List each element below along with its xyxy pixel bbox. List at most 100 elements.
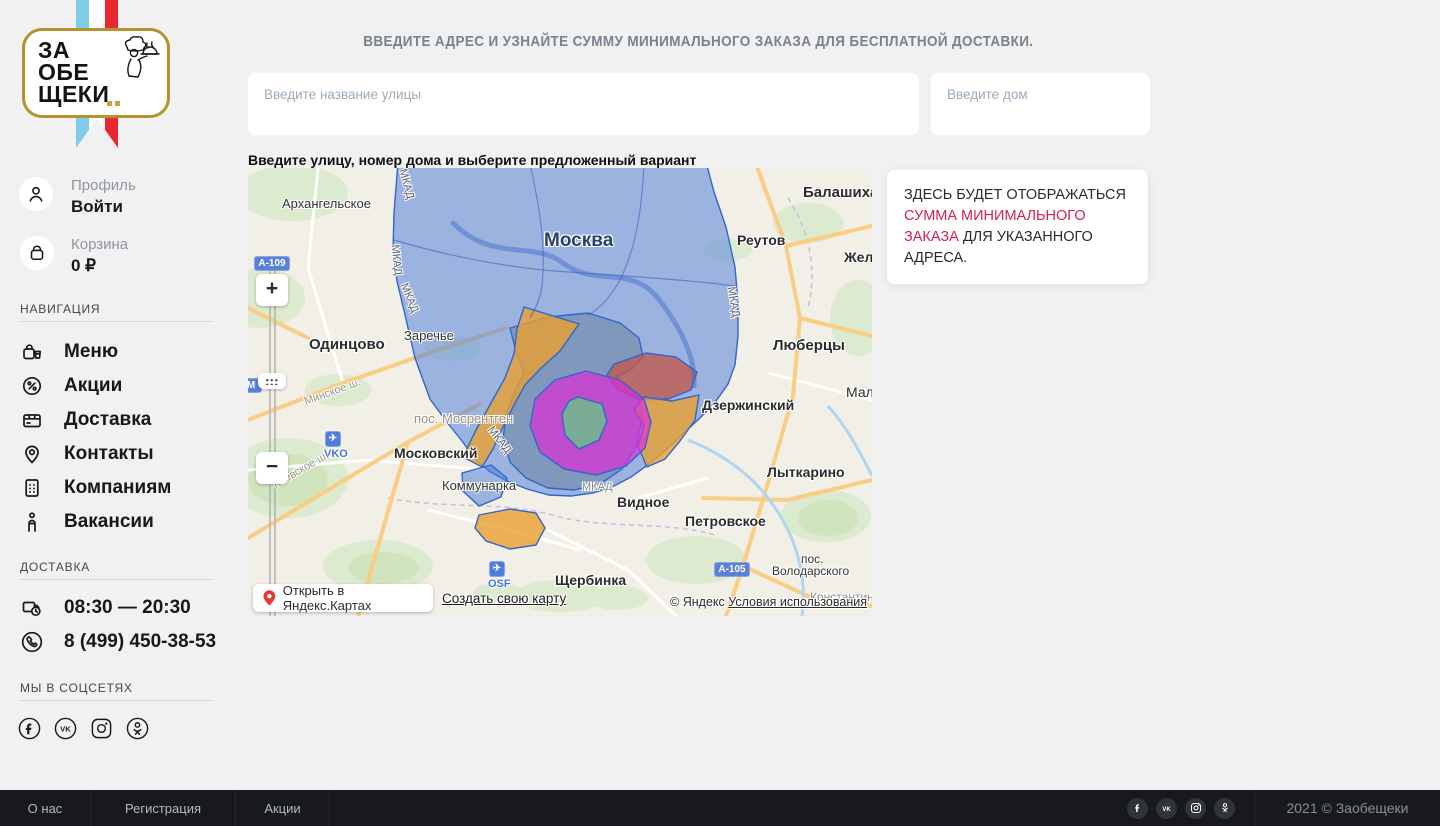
footer-right: VK 2021 © Заобещеки bbox=[1127, 790, 1440, 826]
menu-bag-icon bbox=[20, 340, 44, 364]
map-label: Лыткарино bbox=[767, 464, 845, 480]
odnoklassniki-icon[interactable] bbox=[1214, 798, 1235, 819]
company-icon bbox=[20, 476, 44, 500]
street-input[interactable] bbox=[248, 73, 919, 135]
map-labels-layer: Архангельское Балашиха Реутов Железнодорожн… bbox=[248, 168, 872, 616]
login-link[interactable]: Войти bbox=[71, 197, 123, 217]
map-label: Малаховка bbox=[846, 384, 872, 400]
map-label: МКАД bbox=[485, 424, 513, 456]
social-section-header: МЫ В СОЦСЕТЯХ bbox=[20, 681, 133, 695]
person-icon bbox=[20, 510, 44, 534]
map-label: МКАД bbox=[397, 168, 417, 200]
airport-icon: ✈ bbox=[325, 431, 341, 447]
map-label: Коммунарка bbox=[442, 478, 516, 493]
map-zoom-in-button[interactable]: + bbox=[256, 274, 288, 306]
delivery-time-icon bbox=[20, 596, 44, 620]
logo[interactable]: ЗА ОБЕ ЩЕКИ bbox=[22, 28, 170, 118]
map-label: Люберцы bbox=[773, 337, 845, 354]
sidebar-item-promos[interactable]: Акции bbox=[20, 374, 122, 398]
instagram-icon[interactable] bbox=[90, 717, 113, 740]
sidebar-item-contacts[interactable]: Контакты bbox=[20, 442, 154, 466]
min-order-info-box: ЗДЕСЬ БУДЕТ ОТОБРАЖАТЬСЯ СУММА МИНИМАЛЬН… bbox=[887, 170, 1148, 284]
svg-text:VK: VK bbox=[60, 725, 71, 734]
ruler-dots-icon bbox=[265, 378, 279, 385]
sidebar-item-menu[interactable]: Меню bbox=[20, 340, 118, 364]
cart-total[interactable]: 0 ₽ bbox=[71, 256, 96, 276]
map-label: МКАД bbox=[582, 481, 613, 493]
map-label: МКАД bbox=[398, 282, 421, 315]
map-label: Минское ш. bbox=[303, 376, 363, 407]
map-label: Москва bbox=[544, 230, 613, 252]
map-label: Московский bbox=[394, 445, 477, 461]
footer: О нас Регистрация Акции VK bbox=[0, 790, 1440, 826]
footer-link-promos[interactable]: Акции bbox=[236, 790, 330, 826]
odnoklassniki-icon[interactable] bbox=[126, 717, 149, 740]
open-in-yandex-maps-button[interactable]: Открыть в Яндекс.Картах bbox=[253, 584, 433, 612]
road-badge: А-109 bbox=[254, 256, 290, 271]
location-pin-icon bbox=[20, 442, 44, 466]
facebook-icon[interactable] bbox=[18, 717, 41, 740]
profile-icon[interactable] bbox=[19, 177, 53, 211]
phone-row[interactable]: 8 (499) 450-38-53 bbox=[20, 630, 216, 654]
footer-link-registration[interactable]: Регистрация bbox=[91, 790, 236, 826]
logo-dots bbox=[107, 101, 120, 106]
airport-icon: ✈ bbox=[489, 561, 505, 577]
social-links: VK bbox=[18, 717, 149, 740]
map-label: Железнодорожный bbox=[844, 249, 872, 265]
create-own-map-link[interactable]: Создать свою карту bbox=[442, 591, 566, 606]
divider bbox=[20, 579, 213, 580]
delivery-hours: 08:30 — 20:30 bbox=[64, 597, 191, 619]
copyright: 2021 © Заобещеки bbox=[1255, 800, 1440, 816]
profile-label: Профиль bbox=[71, 177, 136, 194]
delivery-zones-map[interactable]: Архангельское Балашиха Реутов Железнодорожн… bbox=[248, 168, 872, 616]
vk-icon[interactable]: VK bbox=[54, 717, 77, 740]
map-label: OSF bbox=[488, 578, 511, 590]
map-label: пос. Мосрентген bbox=[414, 411, 513, 426]
map-label: Дзержинский bbox=[702, 397, 794, 413]
footer-link-about[interactable]: О нас bbox=[0, 790, 91, 826]
vk-icon[interactable]: VK bbox=[1156, 798, 1177, 819]
map-zoom-out-button[interactable]: − bbox=[256, 452, 288, 484]
map-label: Щербинка bbox=[555, 572, 626, 588]
map-attribution: © Яндекс Условия использования bbox=[670, 595, 867, 609]
map-label: Заречье bbox=[404, 328, 454, 343]
yandex-pin-icon bbox=[263, 589, 276, 607]
chef-illustration-icon bbox=[107, 33, 163, 89]
nav-section-header: НАВИГАЦИЯ bbox=[20, 302, 100, 316]
logo-text: ЗА ОБЕ ЩЕКИ bbox=[38, 39, 109, 105]
map-label: Видное bbox=[617, 494, 669, 510]
svg-text:VK: VK bbox=[1162, 806, 1171, 812]
phone-icon bbox=[20, 630, 44, 654]
discount-icon bbox=[20, 374, 44, 398]
footer-social-links: VK bbox=[1127, 798, 1235, 819]
page-title: ВВЕДИТЕ АДРЕС И УЗНАЙТЕ СУММУ МИНИМАЛЬНО… bbox=[248, 33, 1148, 51]
sidebar-item-companies[interactable]: Компаниям bbox=[20, 476, 171, 500]
map-label: Одинцово bbox=[309, 336, 385, 353]
phone-number[interactable]: 8 (499) 450-38-53 bbox=[64, 631, 216, 653]
house-input[interactable] bbox=[931, 73, 1150, 135]
map-label: Архангельское bbox=[282, 196, 371, 211]
person-icon bbox=[25, 183, 47, 205]
map-ruler-button[interactable] bbox=[258, 373, 286, 389]
cart-bag-icon bbox=[26, 242, 48, 264]
instagram-icon[interactable] bbox=[1185, 798, 1206, 819]
terms-of-use-link[interactable]: Условия использования bbox=[728, 595, 867, 609]
divider bbox=[20, 321, 213, 322]
map-label: Реутов bbox=[737, 232, 785, 248]
sidebar: ЗА ОБЕ ЩЕКИ Профил bbox=[0, 0, 240, 790]
map-label: МКАД bbox=[725, 286, 742, 318]
page: ЗА ОБЕ ЩЕКИ Профил bbox=[0, 0, 1440, 826]
delivery-hours-row: 08:30 — 20:30 bbox=[20, 596, 191, 620]
road-badge: А-105 bbox=[714, 562, 750, 577]
cart-label: Корзина bbox=[71, 236, 128, 253]
sidebar-item-delivery[interactable]: Доставка bbox=[20, 408, 151, 432]
sidebar-item-vacancies[interactable]: Вакансии bbox=[20, 510, 154, 534]
delivery-box-icon bbox=[20, 408, 44, 432]
map-label: Володарского bbox=[772, 564, 849, 578]
facebook-icon[interactable] bbox=[1127, 798, 1148, 819]
divider bbox=[20, 700, 213, 701]
map-label: Балашиха bbox=[803, 184, 872, 201]
address-instruction: Введите улицу, номер дома и выберите пре… bbox=[248, 152, 696, 168]
cart-icon-wrap[interactable] bbox=[20, 236, 54, 270]
map-label: Петровское bbox=[685, 513, 766, 529]
